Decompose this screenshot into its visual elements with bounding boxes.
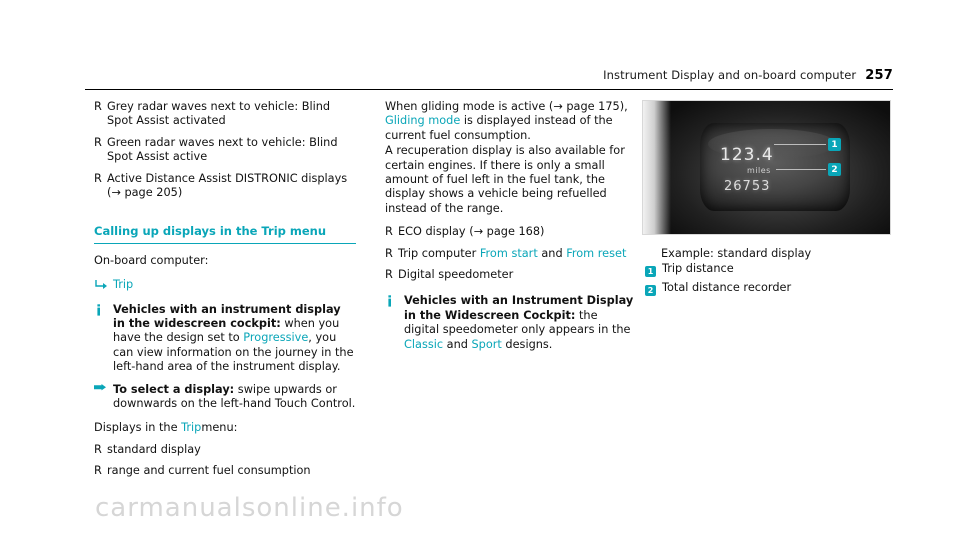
callout-leader-line-1 <box>774 144 826 145</box>
list-item: R ECO display (→ page 168) <box>385 225 635 239</box>
column-middle: When gliding mode is active (→ page 175)… <box>385 100 635 352</box>
para1-pre: When gliding mode is active (→ page 175)… <box>385 100 628 113</box>
bullet-text: standard display <box>107 442 201 456</box>
note-rest-b: designs. <box>501 337 553 351</box>
info-glyph <box>97 303 100 316</box>
note-bold-lead: Vehicles with an Instrument Display in t… <box>404 294 634 322</box>
document-page: Instrument Display and on-board computer… <box>0 0 960 533</box>
trip-menu-path: Trip <box>94 278 356 295</box>
info-icon <box>385 294 404 352</box>
trip-computer-mid: and <box>537 246 567 260</box>
displays-menu-line: Displays in the Tripmenu: <box>94 421 356 435</box>
section-heading: Calling up displays in the Trip menu <box>94 224 356 244</box>
list-item: R Trip computer From start and From rese… <box>385 247 635 261</box>
page-number: 257 <box>865 68 893 83</box>
trip-link[interactable]: Trip <box>113 278 356 295</box>
arrow-down-right-icon <box>94 278 113 295</box>
note-body: Vehicles with an Instrument Display in t… <box>404 294 635 352</box>
instrument-display-figure: 123.4 miles 26753 1 2 <box>642 100 891 235</box>
arrow-down-right-glyph <box>95 280 107 290</box>
bullet-marker: R <box>385 268 393 282</box>
header-title: Instrument Display and on-board computer <box>603 68 857 82</box>
info-icon <box>94 303 113 375</box>
solid-right-arrow-glyph <box>94 383 106 391</box>
list-item: R Digital speedometer <box>385 268 635 282</box>
figure-photo: 123.4 miles 26753 1 2 <box>654 101 890 234</box>
callout-badge-1: 1 <box>828 138 841 151</box>
note-body: To select a display: swipe upwards or do… <box>113 383 356 412</box>
list-item: R Grey radar waves next to vehicle: Blin… <box>94 100 356 129</box>
figure-left-fade <box>643 101 671 234</box>
list-item: R standard display <box>94 443 356 457</box>
lead-text: On-board computer: <box>94 253 209 267</box>
bullet-marker: R <box>94 100 102 113</box>
note-select-display: To select a display: swipe upwards or do… <box>94 383 356 412</box>
legend-number: 2 <box>645 285 656 297</box>
from-reset-link[interactable]: From reset <box>566 247 626 260</box>
list-item: R range and current fuel consumption <box>94 464 356 478</box>
gliding-mode-link[interactable]: Gliding mode <box>385 114 460 127</box>
legend-label: Total distance recorder <box>662 281 792 295</box>
column-left: R Grey radar waves next to vehicle: Blin… <box>94 100 356 481</box>
legend-label: Trip distance <box>662 262 734 275</box>
callout-leader-line-2 <box>776 169 826 170</box>
from-start-link[interactable]: From start <box>480 247 538 260</box>
odometer-reading: 26753 <box>724 179 771 194</box>
figure-legend: 1 Trip distance 2 Total distance recorde… <box>645 262 895 301</box>
classic-link[interactable]: Classic <box>404 338 443 351</box>
list-item: R Green radar waves next to vehicle: Bli… <box>94 136 356 165</box>
distance-unit-label: miles <box>747 166 771 175</box>
bullet-text: Grey radar waves next to vehicle: Blind … <box>107 100 331 128</box>
legend-number: 1 <box>645 266 656 277</box>
bullet-text: range and current fuel consumption <box>107 464 311 478</box>
legend-badge-2: 2 <box>645 281 662 297</box>
note-body: Vehicles with an instrument display in t… <box>113 303 356 375</box>
watermark: carmanualsonline.info <box>95 493 404 523</box>
paragraph-recuperation: A recuperation display is also available… <box>385 144 625 215</box>
bullet-marker: R <box>94 442 102 456</box>
note-widescreen-cockpit: Vehicles with an instrument display in t… <box>94 303 356 375</box>
note-bold-lead: To select a display: <box>113 382 235 396</box>
bullet-text: Trip computer From start and From reset <box>398 247 635 261</box>
displays-post: menu: <box>201 420 238 434</box>
bullet-marker: R <box>94 464 102 478</box>
action-arrow-icon <box>94 383 113 412</box>
legend-item: 1 Trip distance <box>645 262 895 278</box>
bullet-marker: R <box>385 225 393 239</box>
info-glyph <box>388 295 391 308</box>
progressive-link[interactable]: Progressive <box>243 331 308 344</box>
page-header: Instrument Display and on-board computer… <box>85 68 893 83</box>
note-mid: and <box>443 337 472 351</box>
legend-item: 2 Total distance recorder <box>645 281 895 297</box>
bullet-marker: R <box>385 246 393 260</box>
trip-link-2[interactable]: Trip <box>181 421 201 434</box>
legend-badge-1: 1 <box>645 262 662 278</box>
header-divider <box>85 89 893 90</box>
callout-badge-2: 2 <box>828 163 841 176</box>
trip-distance-reading: 123.4 <box>720 145 774 165</box>
list-item: R Active Distance Assist DISTRONIC displ… <box>94 172 356 201</box>
paragraph-gliding-mode: When gliding mode is active (→ page 175)… <box>385 100 635 143</box>
bullet-marker: R <box>94 135 102 149</box>
bullet-text: Digital speedometer <box>398 268 514 282</box>
bullet-text: ECO display (→ page 168) <box>398 225 545 239</box>
figure-caption: Example: standard display <box>661 247 812 260</box>
trip-computer-pre: Trip computer <box>398 246 480 260</box>
sport-link[interactable]: Sport <box>472 338 502 351</box>
note-widescreen-speedometer: Vehicles with an Instrument Display in t… <box>385 294 635 352</box>
bullet-text: Active Distance Assist DISTRONIC display… <box>107 171 348 200</box>
bullet-text: Green radar waves next to vehicle: Blind… <box>107 135 338 164</box>
bullet-marker: R <box>94 171 102 185</box>
displays-pre: Displays in the <box>94 420 182 434</box>
